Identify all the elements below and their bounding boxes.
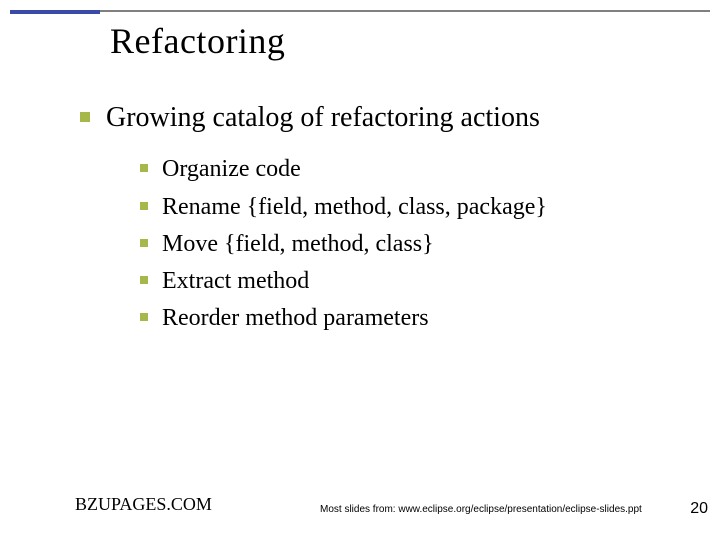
list-item: Move {field, method, class} [140, 229, 680, 260]
list-item: Organize code [140, 154, 680, 185]
square-bullet-icon [140, 276, 148, 284]
square-bullet-icon [140, 239, 148, 247]
slide-title: Refactoring [110, 20, 285, 62]
square-bullet-icon [140, 313, 148, 321]
sub-bullet-text: Extract method [162, 266, 309, 297]
list-item: Extract method [140, 266, 680, 297]
footer-attribution: Most slides from: www.eclipse.org/eclips… [320, 504, 642, 515]
slide-number: 20 [690, 500, 708, 518]
sub-bullet-text: Move {field, method, class} [162, 229, 434, 260]
footer-site: BZUPAGES.COM [75, 494, 212, 515]
square-bullet-icon [140, 202, 148, 210]
slide-body: Growing catalog of refactoring actions O… [80, 100, 680, 340]
slide: Refactoring Growing catalog of refactori… [0, 0, 720, 540]
title-accent-bar [10, 10, 100, 14]
title-divider-line [10, 10, 710, 12]
list-item: Rename {field, method, class, package} [140, 192, 680, 223]
sub-bullet-text: Rename {field, method, class, package} [162, 192, 547, 223]
square-bullet-icon [80, 112, 90, 122]
list-item: Reorder method parameters [140, 303, 680, 334]
list-item: Growing catalog of refactoring actions [80, 100, 680, 136]
sub-bullet-text: Organize code [162, 154, 301, 185]
main-bullet-text: Growing catalog of refactoring actions [106, 100, 540, 136]
sub-list: Organize code Rename {field, method, cla… [140, 154, 680, 334]
square-bullet-icon [140, 164, 148, 172]
sub-bullet-text: Reorder method parameters [162, 303, 429, 334]
